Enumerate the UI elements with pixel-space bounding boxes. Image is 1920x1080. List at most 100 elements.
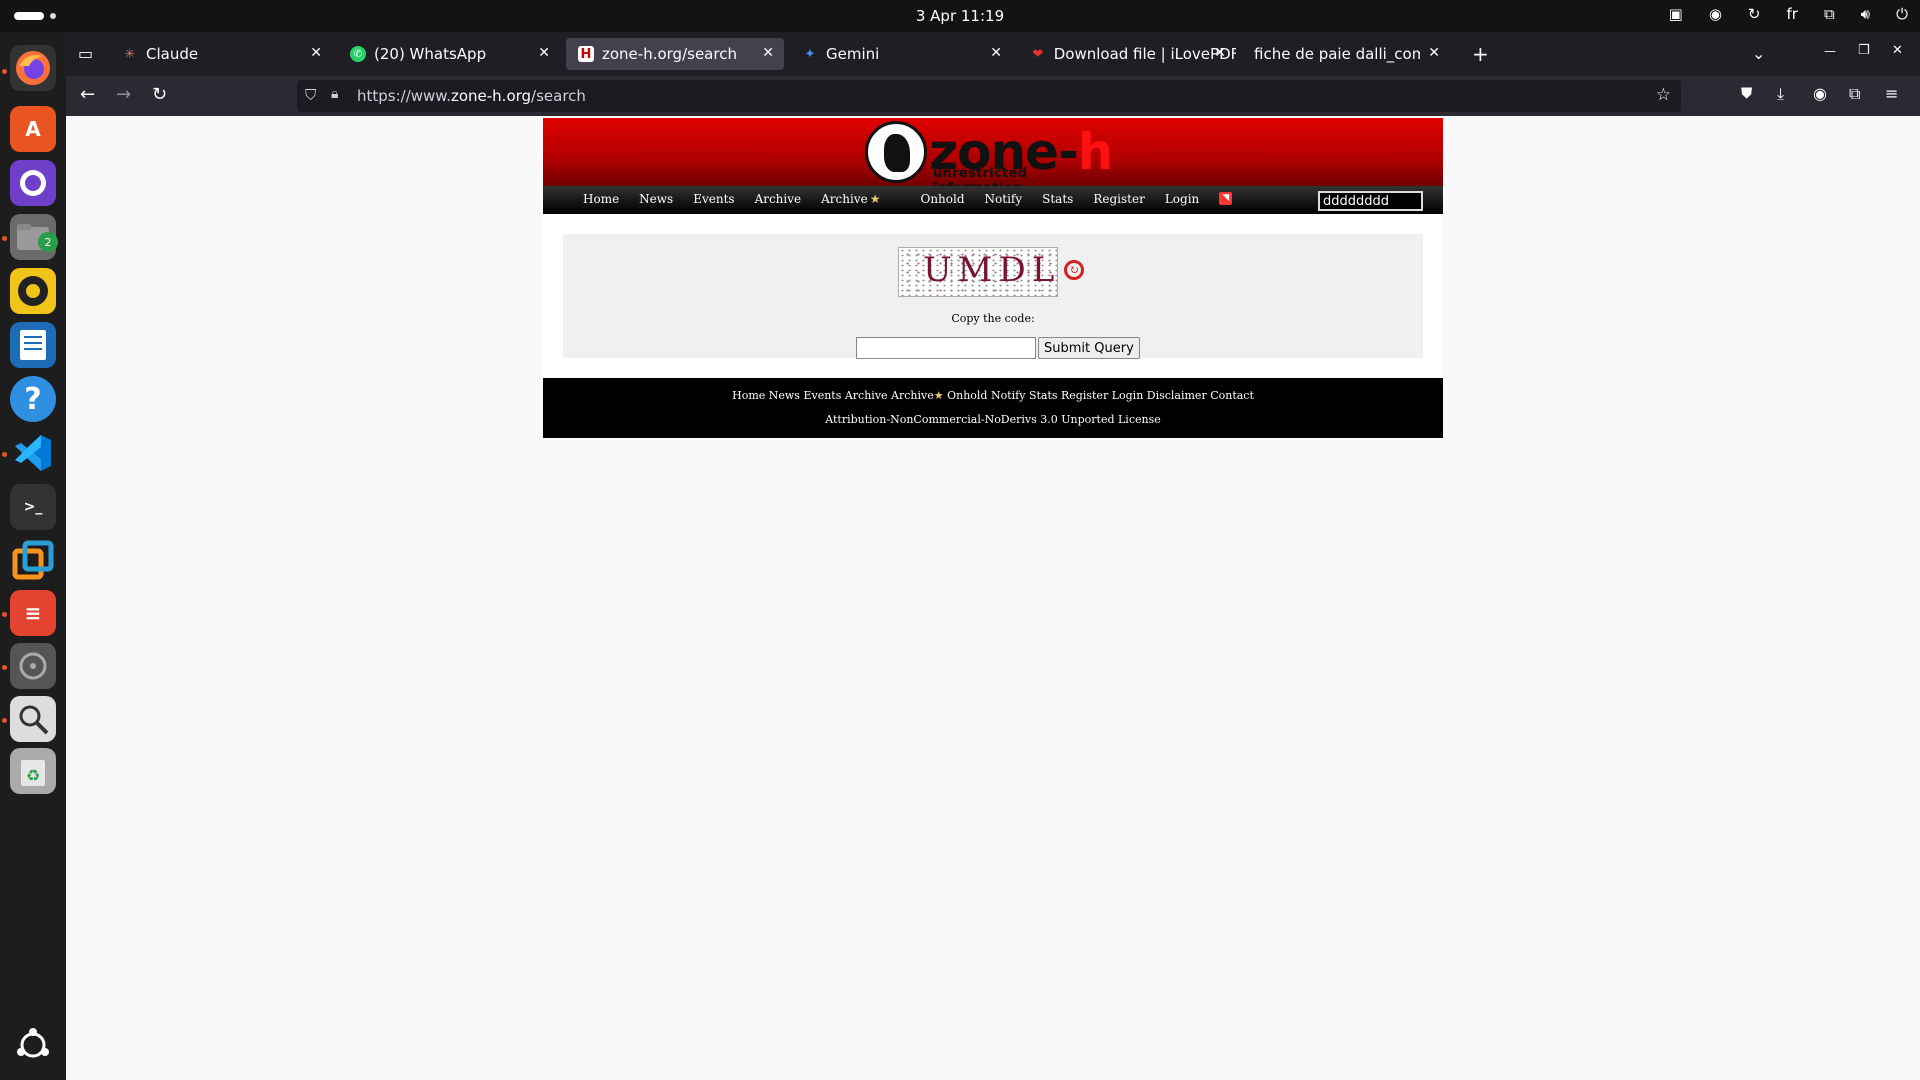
gemini-icon: ✦ xyxy=(804,46,816,62)
show-apps-icon[interactable] xyxy=(10,1022,56,1068)
zone-h-icon: H xyxy=(578,46,594,62)
downloads-icon[interactable]: ⤓ xyxy=(1777,84,1784,104)
menu-login[interactable]: Login xyxy=(1165,192,1199,206)
ilovepdf-icon: ❤ xyxy=(1032,46,1044,62)
zone-h-logo[interactable]: zone-h unrestricted information xyxy=(865,118,1113,196)
power-icon[interactable]: ⏻ xyxy=(1896,5,1908,23)
footer-links-a[interactable]: Home News Events Archive Archive xyxy=(732,389,934,402)
bookmark-star-icon[interactable]: ☆ xyxy=(1656,85,1671,105)
captcha-text: UMDL xyxy=(923,250,1058,290)
menu-stats[interactable]: Stats xyxy=(1042,192,1073,206)
close-tab-icon[interactable]: ✕ xyxy=(990,45,1002,61)
menu-home[interactable]: Home xyxy=(583,192,619,206)
volume-icon[interactable]: 🔊︎ xyxy=(1861,5,1870,23)
list-all-tabs-icon[interactable]: ⌄ xyxy=(1752,44,1765,63)
menu-archive-special-wrap[interactable]: Archive ★ xyxy=(821,192,900,206)
site-header: zone-h unrestricted information xyxy=(543,118,1443,196)
site-menu: Home News Events Archive Archive ★ Onhold… xyxy=(583,192,1252,206)
shield-icon[interactable]: ⛉ xyxy=(305,86,316,104)
app-center-icon[interactable]: A xyxy=(10,106,56,152)
account-icon[interactable]: ◉ xyxy=(1813,84,1827,103)
tab-claude[interactable]: ✳ Claude ✕ xyxy=(110,38,332,70)
tab-title: Download file | iLovePDF xyxy=(1053,45,1236,63)
image-viewer-icon[interactable] xyxy=(10,696,56,742)
firefox-view-icon[interactable]: ▭ xyxy=(78,44,93,63)
url-bar[interactable]: ⛉ 🔒︎ https://www.zone-h.org/search ☆ xyxy=(297,80,1681,112)
menu-archive[interactable]: Archive xyxy=(755,192,802,206)
app-indicator-icon[interactable]: ▣ xyxy=(1669,5,1683,23)
clock[interactable]: 3 Apr 11:19 xyxy=(0,7,1920,25)
rss-icon[interactable]: ◥ xyxy=(1219,192,1233,205)
submit-query-button[interactable]: Submit Query xyxy=(1038,337,1140,359)
footer-links-b[interactable]: Onhold Notify Stats Register Login Discl… xyxy=(947,389,1254,402)
site-footer: Home News Events Archive Archive★ Onhold… xyxy=(543,378,1443,438)
tab-zone-h[interactable]: H zone-h.org/search ✕ xyxy=(566,38,784,70)
sync-icon[interactable]: ↻ xyxy=(1748,5,1761,23)
network-icon[interactable]: ⧉ xyxy=(1824,5,1835,23)
terminal-icon[interactable]: >_ xyxy=(10,484,56,530)
captcha-refresh-icon[interactable]: ↻ xyxy=(1064,260,1084,280)
close-tab-icon[interactable]: ✕ xyxy=(310,45,322,61)
remote-desktop-icon[interactable] xyxy=(10,538,56,584)
extensions-icon[interactable]: ⧉ xyxy=(1849,84,1860,104)
url-prefix: https://www. xyxy=(357,87,451,105)
captcha-section: UMDL ↻ Copy the code: Submit Query xyxy=(543,214,1443,378)
captcha-code-input[interactable] xyxy=(856,337,1036,359)
close-tab-icon[interactable]: ✕ xyxy=(1428,45,1440,61)
captcha-image: UMDL xyxy=(898,247,1058,297)
menu-events[interactable]: Events xyxy=(693,192,734,206)
language-indicator[interactable]: fr xyxy=(1787,5,1798,23)
pocket-icon[interactable]: ⛊ xyxy=(1741,84,1752,102)
whatsapp-icon: ✆ xyxy=(350,46,366,62)
trash-icon[interactable]: ♻ xyxy=(10,748,56,794)
app-menu-icon[interactable]: ≡ xyxy=(1885,84,1898,103)
logo-globe-icon xyxy=(865,121,927,183)
firefox-window: ▭ ✳ Claude ✕ ✆ (20) WhatsApp ✕ H zone-h.… xyxy=(66,32,1920,1080)
tab-fiche-de-paie[interactable]: fiche de paie dalli_compresse ✕ xyxy=(1242,38,1450,70)
vscode-icon[interactable] xyxy=(10,430,56,476)
footer-star-icon: ★ xyxy=(933,389,944,402)
menu-register[interactable]: Register xyxy=(1093,192,1144,206)
svg-text:♻: ♻ xyxy=(26,766,40,785)
forward-icon[interactable]: → xyxy=(116,84,131,105)
tab-title: zone-h.org/search xyxy=(602,45,737,63)
menu-notify[interactable]: Notify xyxy=(985,192,1023,206)
rhythmbox-icon[interactable] xyxy=(10,268,56,314)
steam-icon[interactable]: ◉ xyxy=(1709,5,1722,23)
menu-onhold[interactable]: Onhold xyxy=(920,192,964,206)
tab-title: (20) WhatsApp xyxy=(374,45,487,63)
menu-news[interactable]: News xyxy=(639,192,673,206)
menu-archive-special[interactable]: Archive xyxy=(821,192,868,206)
url-domain: zone-h.org xyxy=(450,87,532,105)
claude-icon: ✳ xyxy=(124,46,136,62)
site-menu-bar: Home News Events Archive Archive ★ Onhold… xyxy=(543,186,1443,214)
libreoffice-writer-icon[interactable] xyxy=(10,322,56,368)
close-tab-icon[interactable]: ✕ xyxy=(1214,45,1226,61)
lock-icon[interactable]: 🔒︎ xyxy=(331,86,338,102)
tab-ilovepdf[interactable]: ❤ Download file | iLovePDF ✕ xyxy=(1018,38,1236,70)
close-tab-icon[interactable]: ✕ xyxy=(762,45,774,61)
close-window-icon[interactable]: ✕ xyxy=(1892,43,1903,58)
restore-icon[interactable]: ❐ xyxy=(1858,43,1870,58)
tab-gemini[interactable]: ✦ Gemini ✕ xyxy=(790,38,1012,70)
files-badge: 2 xyxy=(38,232,58,252)
back-icon[interactable]: ← xyxy=(80,84,95,105)
new-tab-icon[interactable]: + xyxy=(1472,42,1489,66)
running-indicator xyxy=(2,665,7,670)
disk-utility-icon[interactable] xyxy=(10,643,56,689)
minimize-icon[interactable]: — xyxy=(1824,44,1836,58)
close-tab-icon[interactable]: ✕ xyxy=(538,45,550,61)
firefox-icon[interactable] xyxy=(10,45,56,91)
reload-icon[interactable]: ↻ xyxy=(152,84,167,105)
running-indicator xyxy=(2,452,7,457)
site-search-input[interactable] xyxy=(1318,191,1423,211)
tab-title: Gemini xyxy=(826,45,880,63)
running-indicator xyxy=(2,718,7,723)
url-text[interactable]: https://www.zone-h.org/search xyxy=(357,87,586,105)
url-path: /search xyxy=(531,87,586,105)
license-link[interactable]: Attribution-NonCommercial-NoDerivs 3.0 U… xyxy=(543,413,1443,426)
help-icon[interactable]: ? xyxy=(10,376,56,422)
todoist-icon[interactable]: ≡ xyxy=(10,590,56,636)
tab-whatsapp[interactable]: ✆ (20) WhatsApp ✕ xyxy=(338,38,560,70)
github-desktop-icon[interactable] xyxy=(10,160,56,206)
